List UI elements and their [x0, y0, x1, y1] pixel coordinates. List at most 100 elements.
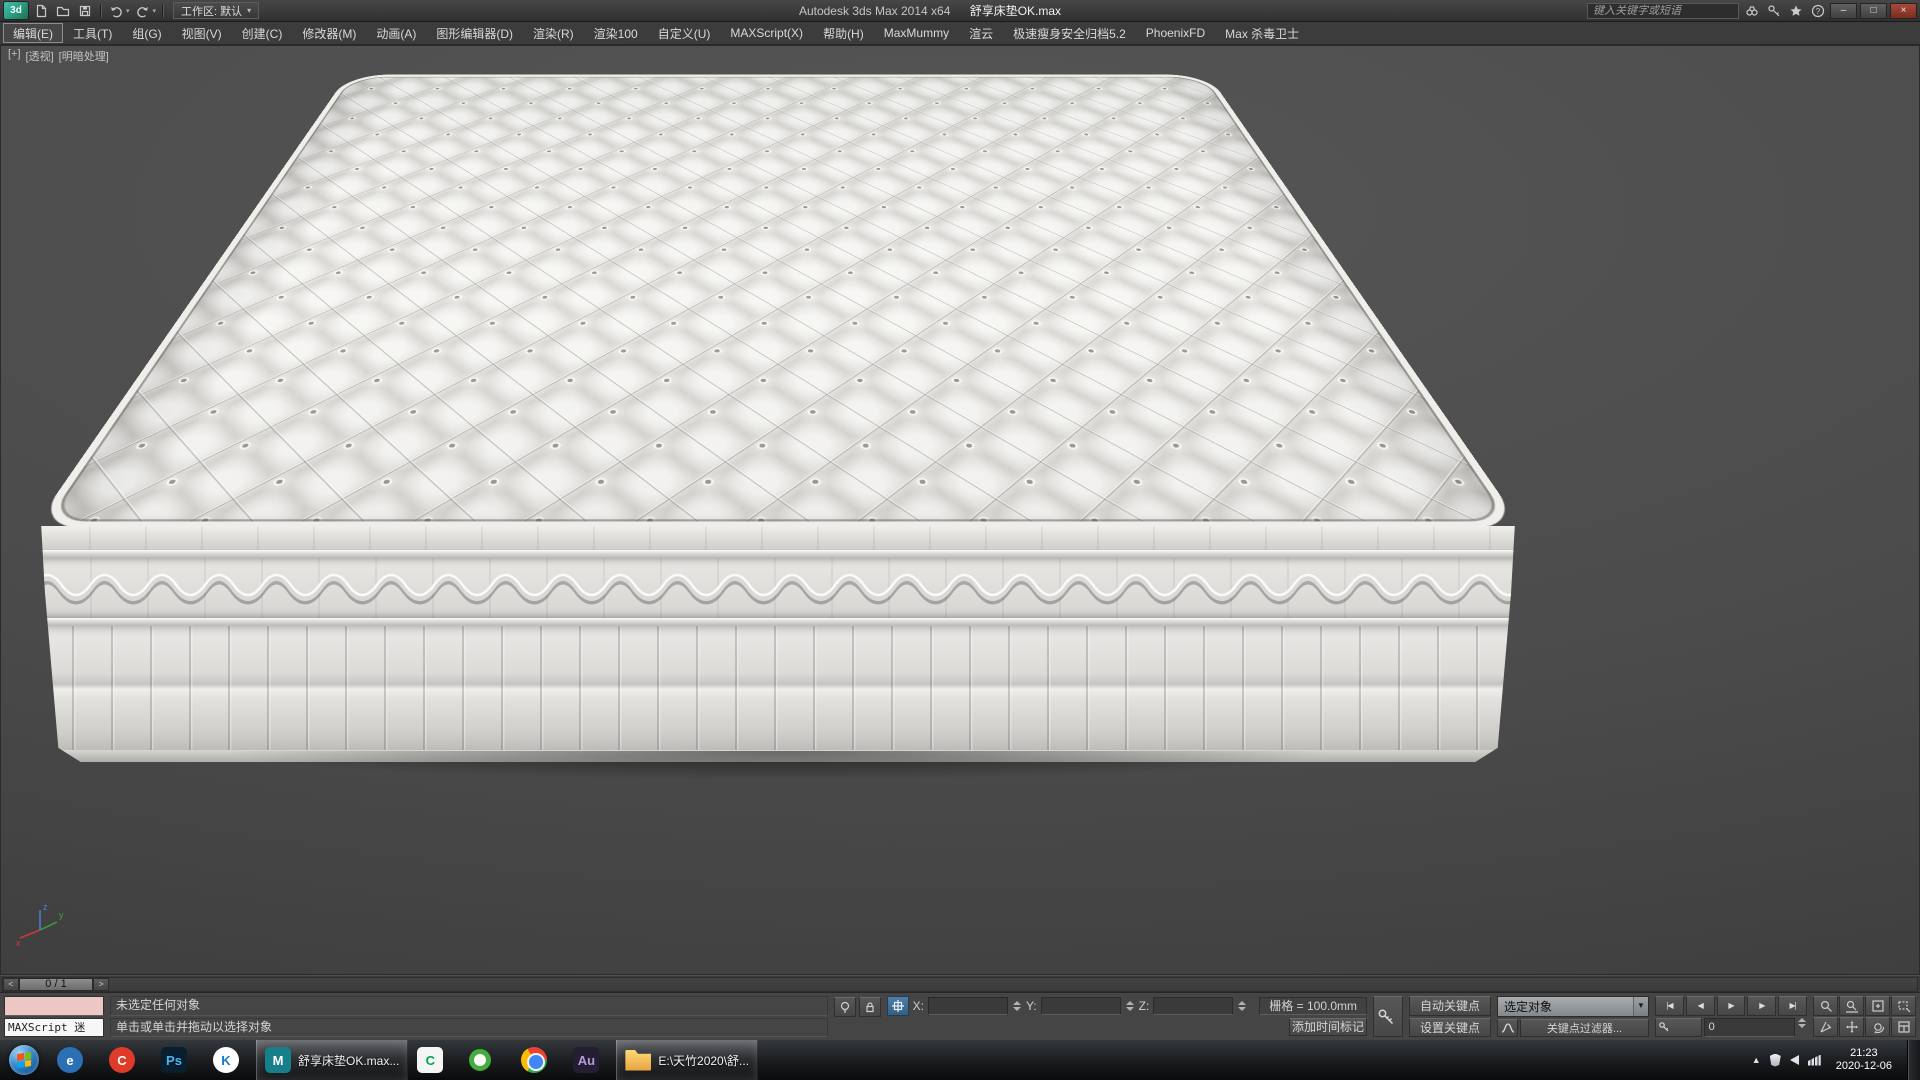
- undo-dropdown-arrow[interactable]: ▾: [126, 7, 130, 15]
- save-file-button[interactable]: [75, 2, 95, 20]
- frame-spinner[interactable]: [1797, 1018, 1807, 1038]
- listener-pane[interactable]: MAXScript 迷: [4, 1018, 104, 1038]
- menu-item[interactable]: 视图(V): [172, 23, 232, 43]
- coordinate-y-input[interactable]: [1041, 997, 1121, 1015]
- absolute-mode-toggle[interactable]: [887, 996, 909, 1016]
- mattress-ground-shadow: [40, 751, 1516, 789]
- field-of-view-button[interactable]: [1813, 1017, 1838, 1037]
- tray-network-icon[interactable]: [1808, 1055, 1821, 1066]
- menu-item[interactable]: 帮助(H): [813, 23, 874, 43]
- coordinate-x-input[interactable]: [928, 997, 1008, 1015]
- search-button[interactable]: [1742, 2, 1761, 19]
- show-desktop-button[interactable]: [1907, 1040, 1920, 1080]
- selection-lock-toggle[interactable]: [859, 997, 881, 1017]
- time-slider-track[interactable]: < 0 / 1 >: [2, 977, 1918, 992]
- menu-item[interactable]: 图形编辑器(D): [426, 23, 523, 43]
- taskbar-app-kugou[interactable]: K: [204, 1040, 256, 1080]
- menu-item[interactable]: 编辑(E): [3, 23, 63, 43]
- taskbar-app-green-browser[interactable]: [460, 1040, 512, 1080]
- isolate-selection-toggle[interactable]: [834, 997, 856, 1017]
- tray-clock[interactable]: 21:23 2020-12-06: [1830, 1047, 1898, 1073]
- menu-item[interactable]: 修改器(M): [292, 23, 366, 43]
- help-button[interactable]: ?: [1808, 2, 1827, 19]
- taskbar-window-3dsmax[interactable]: M 舒享床垫OK.max...: [256, 1040, 408, 1080]
- menu-item[interactable]: 组(G): [122, 23, 171, 43]
- redo-dropdown-arrow[interactable]: ▾: [153, 7, 157, 15]
- time-slider-handle[interactable]: 0 / 1: [19, 978, 93, 991]
- close-button[interactable]: ×: [1890, 3, 1917, 19]
- favorites-button[interactable]: [1786, 2, 1805, 19]
- subscription-key-button[interactable]: [1764, 2, 1783, 19]
- time-slider-next-button[interactable]: >: [93, 978, 109, 991]
- menu-item[interactable]: Max 杀毒卫士: [1215, 23, 1309, 43]
- x-spinner[interactable]: [1012, 1001, 1022, 1011]
- menu-item[interactable]: 渲云: [959, 23, 1003, 43]
- menu-item[interactable]: 创建(C): [232, 23, 293, 43]
- taskbar-window-explorer[interactable]: E:\天竹2020\舒...: [616, 1040, 758, 1080]
- menu-item[interactable]: MaxMummy: [874, 23, 959, 43]
- viewport-shading-menu[interactable]: [明暗处理]: [59, 48, 109, 64]
- current-frame-input[interactable]: [1704, 1018, 1795, 1038]
- chevron-down-icon: ▼: [1633, 997, 1648, 1016]
- key-filter-curve-button[interactable]: [1497, 1019, 1518, 1038]
- binoculars-icon: [1745, 4, 1759, 18]
- viewport-general-menu[interactable]: [+]: [8, 48, 21, 64]
- open-file-button[interactable]: [53, 2, 73, 20]
- menu-item[interactable]: 自定义(U): [648, 23, 721, 43]
- z-spinner[interactable]: [1237, 1001, 1247, 1011]
- y-spinner[interactable]: [1125, 1001, 1135, 1011]
- viewport-pov-menu[interactable]: [透视]: [26, 48, 54, 64]
- next-frame-button[interactable]: ▶: [1747, 996, 1776, 1016]
- zoom-region-button[interactable]: [1891, 996, 1916, 1016]
- perspective-viewport[interactable]: [+] [透视] [明暗处理]: [0, 45, 1920, 975]
- auto-key-button[interactable]: 自动关键点: [1409, 996, 1491, 1016]
- maximize-button[interactable]: □: [1860, 3, 1887, 19]
- zoom-all-button[interactable]: [1839, 996, 1864, 1016]
- set-key-button[interactable]: 设置关键点: [1409, 1018, 1491, 1038]
- taskbar-app-audition[interactable]: Au: [564, 1040, 616, 1080]
- goto-start-button[interactable]: |◀: [1655, 996, 1684, 1016]
- pan-view-button[interactable]: [1839, 1017, 1864, 1037]
- menu-item[interactable]: 动画(A): [366, 23, 426, 43]
- zoom-button[interactable]: [1813, 996, 1838, 1016]
- undo-icon: [109, 4, 123, 18]
- play-button[interactable]: ▶: [1717, 996, 1746, 1016]
- menu-item[interactable]: 工具(T): [63, 23, 122, 43]
- time-slider-prev-button[interactable]: <: [3, 978, 19, 991]
- taskbar-app-chrome[interactable]: [512, 1040, 564, 1080]
- workspace-dropdown[interactable]: 工作区: 默认 ▾: [173, 2, 259, 19]
- tray-expand-button[interactable]: ▲: [1752, 1055, 1761, 1065]
- menu-item[interactable]: 极速瘦身安全归档5.2: [1003, 23, 1136, 43]
- key-mode-toggle[interactable]: [1655, 1018, 1702, 1038]
- menu-item[interactable]: 渲染100: [584, 23, 648, 43]
- new-scene-button[interactable]: [31, 2, 51, 20]
- menu-item[interactable]: MAXScript(X): [720, 23, 813, 43]
- coordinate-z-input[interactable]: [1153, 997, 1233, 1015]
- taskbar-app-photoshop[interactable]: Ps: [152, 1040, 204, 1080]
- goto-end-button[interactable]: ▶|: [1778, 996, 1807, 1016]
- zoom-extents-button[interactable]: [1865, 996, 1890, 1016]
- previous-frame-button[interactable]: ◀: [1686, 996, 1715, 1016]
- tray-security-icon[interactable]: [1770, 1054, 1781, 1067]
- redo-button[interactable]: [133, 2, 153, 20]
- menu-item[interactable]: 渲染(R): [523, 23, 584, 43]
- infocenter-search-input[interactable]: [1587, 3, 1739, 19]
- taskbar-app-red-c[interactable]: C: [100, 1040, 152, 1080]
- taskbar-app-browser[interactable]: e: [48, 1040, 100, 1080]
- taskbar-app-corel[interactable]: C: [408, 1040, 460, 1080]
- application-menu-button[interactable]: 3d: [3, 1, 29, 20]
- minimize-button[interactable]: –: [1830, 3, 1857, 19]
- undo-button[interactable]: [106, 2, 126, 20]
- orbit-button[interactable]: [1865, 1017, 1890, 1037]
- start-button[interactable]: [0, 1040, 48, 1080]
- tray-volume-icon[interactable]: [1790, 1055, 1799, 1065]
- mattress-object[interactable]: [0, 45, 1920, 975]
- maximize-viewport-toggle[interactable]: [1891, 1017, 1916, 1037]
- macro-recorder-pane[interactable]: [4, 996, 104, 1016]
- selection-set-dropdown[interactable]: 选定对象 ▼: [1497, 996, 1649, 1017]
- add-time-tag-button[interactable]: 添加时间标记: [1289, 1018, 1367, 1036]
- taskbar-apps: e C Ps K M: [48, 1040, 758, 1080]
- menu-item[interactable]: PhoenixFD: [1136, 23, 1215, 43]
- key-filters-button[interactable]: 关键点过滤器...: [1520, 1019, 1649, 1038]
- set-keys-button[interactable]: [1373, 996, 1403, 1037]
